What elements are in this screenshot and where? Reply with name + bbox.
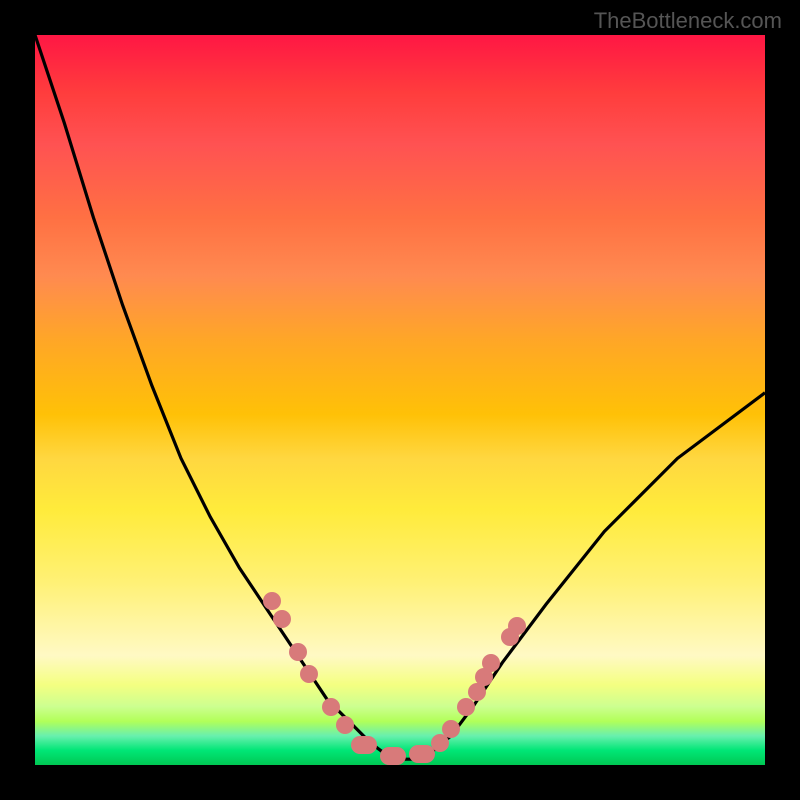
chart-marker	[482, 654, 500, 672]
chart-marker	[322, 698, 340, 716]
watermark-text: TheBottleneck.com	[594, 8, 782, 34]
chart-marker	[351, 736, 377, 754]
chart-marker	[409, 745, 435, 763]
chart-marker	[289, 643, 307, 661]
chart-marker	[336, 716, 354, 734]
chart-curve-svg	[35, 35, 765, 765]
chart-marker	[263, 592, 281, 610]
chart-marker	[442, 720, 460, 738]
chart-marker	[380, 747, 406, 765]
chart-marker	[457, 698, 475, 716]
chart-plot-area	[35, 35, 765, 765]
bottleneck-curve	[35, 35, 765, 759]
chart-marker	[300, 665, 318, 683]
chart-marker	[431, 734, 449, 752]
chart-marker	[273, 610, 291, 628]
chart-marker	[508, 617, 526, 635]
